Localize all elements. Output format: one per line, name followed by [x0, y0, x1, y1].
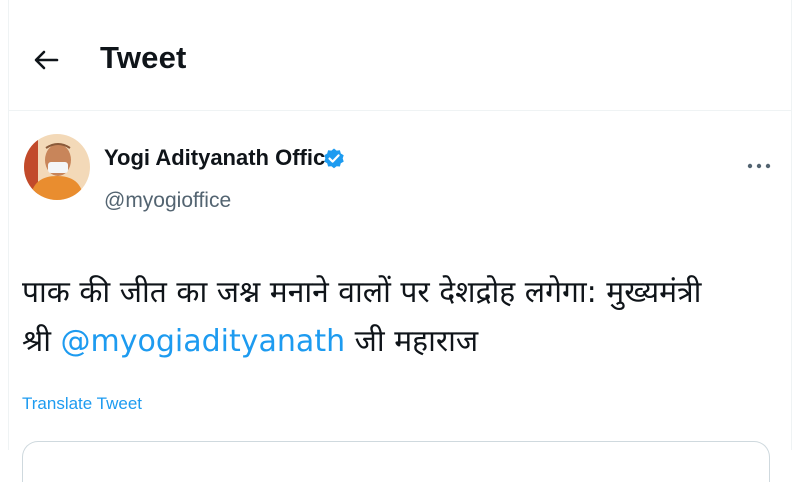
tweet-text-line-1: पाक की जीत का जश्न मनाने वालों पर देशद्र… — [22, 275, 702, 310]
tweet-text: पाक की जीत का जश्न मनाने वालों पर देशद्र… — [22, 268, 770, 366]
avatar[interactable] — [24, 134, 90, 200]
tweet-text-suffix: जी महाराज — [345, 324, 479, 359]
profile-photo-image — [24, 134, 90, 200]
back-button[interactable] — [26, 40, 66, 80]
more-options-button[interactable] — [744, 151, 774, 181]
right-frame-border — [791, 0, 800, 450]
mention-link[interactable]: @myogiadityanath — [61, 324, 346, 359]
arrow-left-icon — [34, 50, 59, 70]
translate-tweet-link[interactable]: Translate Tweet — [22, 394, 142, 414]
more-horizontal-icon — [747, 163, 771, 169]
tweet-text-line-2: श्री @myogiadityanath जी महाराज — [22, 317, 770, 366]
author-handle[interactable]: @myogioffice — [104, 189, 231, 213]
media-card[interactable] — [22, 441, 770, 482]
author-display-name[interactable]: Yogi Adityanath Office — [104, 145, 337, 171]
page-header: Tweet — [8, 0, 792, 111]
tweet-card: Yogi Adityanath Office @myogioffice पाक … — [8, 111, 792, 482]
verified-badge-icon — [324, 148, 344, 169]
page-title: Tweet — [100, 40, 187, 75]
tweet-text-prefix: श्री — [22, 324, 61, 359]
